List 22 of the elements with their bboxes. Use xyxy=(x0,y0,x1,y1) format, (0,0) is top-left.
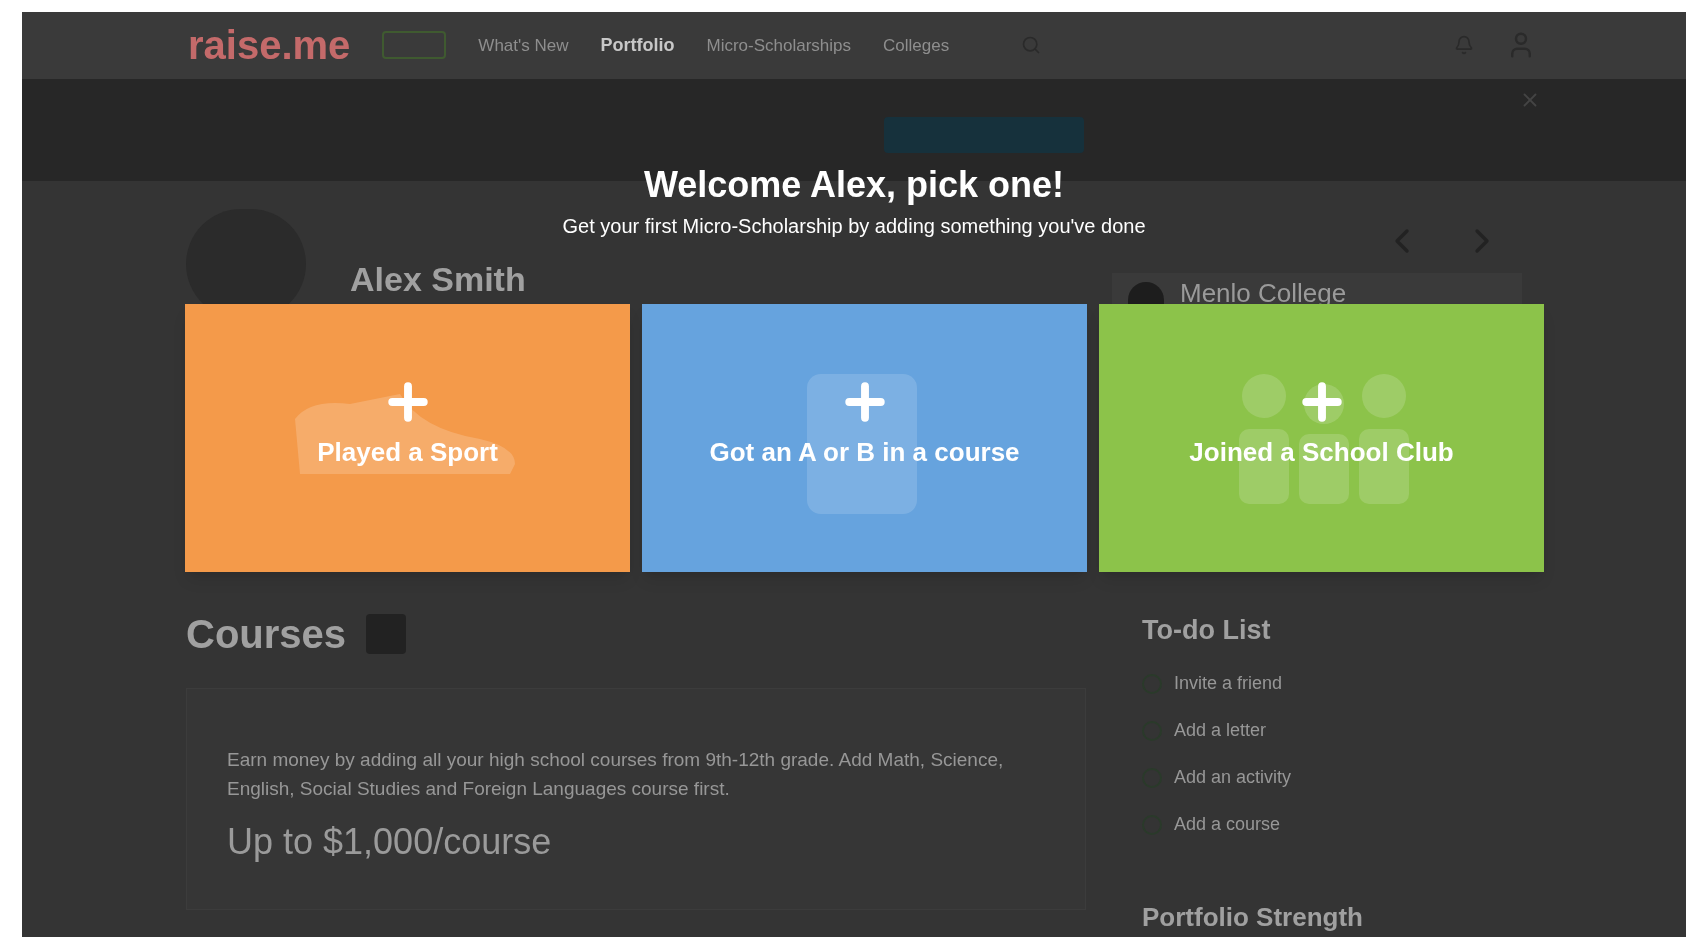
option-card[interactable]: Played a Sport xyxy=(185,304,630,572)
nav-link[interactable]: Micro-Scholarships xyxy=(706,32,852,59)
todo-item[interactable]: Add a letter xyxy=(1174,717,1267,744)
modal-title: Welcome Alex, pick one! xyxy=(643,163,1065,207)
logo[interactable]: raise.me xyxy=(188,15,351,76)
nav-link[interactable]: Colleges xyxy=(883,32,950,59)
section-title: Courses xyxy=(186,610,347,658)
course-amount: Up to $1,000/course xyxy=(227,819,553,864)
badge-outline xyxy=(382,31,447,60)
course-description: Earn money by adding all your high school courses from 9th-12th grade. Add Math, Science, English, Social Studies and Foreign Languages course first. xyxy=(227,747,1005,801)
college-logo-icon xyxy=(1128,282,1164,304)
todo-item[interactable]: Add a course xyxy=(1174,811,1281,838)
todo-item[interactable]: Invite a friend xyxy=(1174,670,1283,697)
option-card[interactable]: Got an A or B in a course xyxy=(642,304,1087,572)
nav-link[interactable]: Portfolio xyxy=(600,31,675,59)
todo-item[interactable]: Add an activity xyxy=(1174,764,1292,791)
modal-subtitle: Get your first Micro-Scholarship by adding something you've done xyxy=(562,214,1146,239)
profile-name: Alex Smith xyxy=(350,259,526,298)
todo-title: To-do List xyxy=(1142,613,1272,647)
portfolio-strength-title: Portfolio Strength xyxy=(1142,901,1364,934)
option-card[interactable]: Joined a School Club xyxy=(1099,304,1544,572)
nav-link[interactable]: What's New xyxy=(478,32,569,59)
